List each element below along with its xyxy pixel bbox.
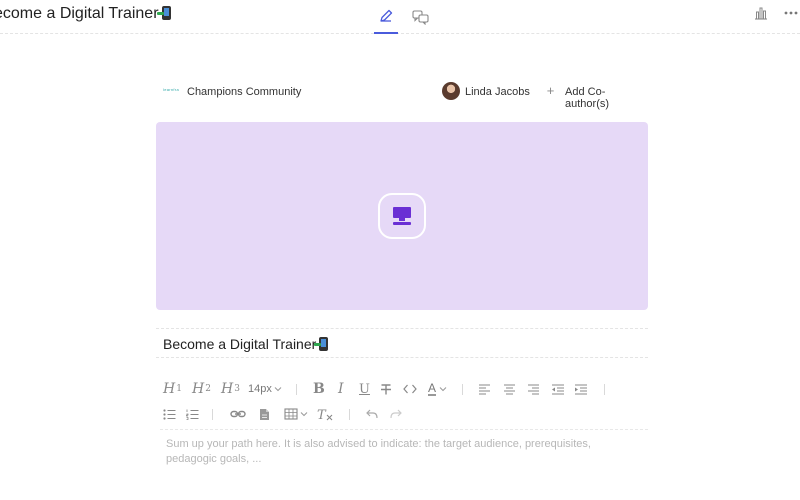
file-icon [260,408,269,420]
undo-button[interactable] [366,404,378,424]
mobile-phone-arrow-icon [156,6,171,20]
add-coauthor-button[interactable]: Add Co-author(s) [565,86,648,110]
redo-button[interactable] [390,404,402,424]
undo-icon [366,409,378,419]
heading-1-button[interactable]: H1 [163,379,182,399]
heading-2-button[interactable]: H2 [192,379,211,399]
numbered-list-icon [186,409,199,420]
align-center-button[interactable] [503,379,516,399]
link-icon [230,410,246,418]
pencil-icon [380,9,393,22]
community-logo: learnfra [163,87,179,92]
author-avatar [442,82,460,100]
strikethrough-button[interactable] [380,379,392,399]
more-options-button[interactable] [782,4,800,22]
strikethrough-icon [381,383,391,394]
document-title-text: ecome a Digital Trainer [0,5,159,22]
svg-text:T: T [317,408,327,421]
cover-badge [378,193,426,239]
rich-text-toolbar: H1 H2 H3 14px B I U A T [160,378,650,428]
text-color-select[interactable]: A [428,379,447,399]
desktop-computer-icon [393,207,411,225]
link-button[interactable] [230,404,246,424]
code-button[interactable] [403,379,417,399]
author-bar: learnfra Champions Community Linda Jacob… [160,82,648,110]
align-right-icon [528,383,539,395]
chevron-down-icon [274,387,282,392]
numbered-list-button[interactable] [186,404,199,424]
font-size-select[interactable]: 14px [248,379,282,399]
cover-image[interactable] [156,122,648,310]
path-title-input[interactable]: Become a Digital Trainer [156,328,648,358]
plus-icon[interactable]: + [543,83,558,98]
more-dots-icon [784,11,798,15]
insert-table-select[interactable] [284,404,308,424]
heading-3-button[interactable]: H3 [221,379,240,399]
insert-file-button[interactable] [259,404,270,424]
top-bar: ecome a Digital Trainer [0,0,800,34]
align-center-icon [504,383,515,395]
align-left-icon [479,383,490,395]
chat-bubbles-icon [411,9,429,25]
code-icon [403,384,417,394]
outdent-icon [552,383,564,395]
underline-button[interactable]: U [359,379,370,399]
clear-format-button[interactable]: T [317,404,334,424]
mobile-phone-arrow-icon [314,337,329,351]
chevron-down-icon [300,412,308,417]
stats-button[interactable] [752,4,770,22]
clear-format-icon: T [317,408,333,421]
path-title-value: Become a Digital Trainer [163,336,329,352]
outdent-button[interactable] [551,379,565,399]
italic-button[interactable]: I [338,379,344,399]
bar-chart-icon [755,7,767,20]
indent-button[interactable] [574,379,588,399]
bullet-list-button[interactable] [163,404,176,424]
tab-edit[interactable] [374,0,398,34]
align-right-button[interactable] [527,379,540,399]
chevron-down-icon [439,387,447,392]
author-name: Linda Jacobs [465,86,530,98]
tab-discussion[interactable] [408,0,432,34]
indent-icon [575,383,587,395]
redo-icon [390,409,402,419]
align-left-button[interactable] [478,379,491,399]
summary-input[interactable]: Sum up your path here. It is also advise… [166,437,636,467]
bold-button[interactable]: B [313,379,325,399]
table-icon [284,408,298,420]
bullet-list-icon [163,408,176,420]
document-title: ecome a Digital Trainer [0,5,171,23]
community-name[interactable]: Champions Community [187,86,301,98]
toolbar-divider [160,429,648,430]
